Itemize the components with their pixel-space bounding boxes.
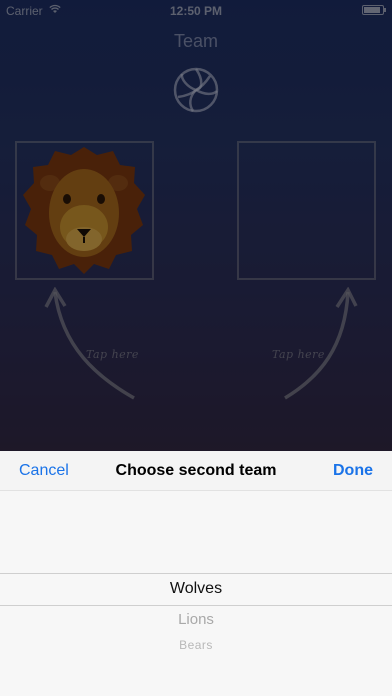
done-button[interactable]: Done xyxy=(333,462,373,480)
picker-option[interactable]: Wolves xyxy=(0,580,392,598)
picker-selection-divider-top xyxy=(0,573,392,574)
picker-option[interactable]: Lions xyxy=(0,611,392,628)
team-picker-sheet: Cancel Choose second team Done Wolves Li… xyxy=(0,451,392,696)
team-picker-wheel[interactable]: Wolves Lions Bears xyxy=(0,491,392,696)
picker-option[interactable]: Bears xyxy=(0,638,392,652)
picker-toolbar: Cancel Choose second team Done xyxy=(0,451,392,491)
picker-selection-divider-bottom xyxy=(0,605,392,606)
